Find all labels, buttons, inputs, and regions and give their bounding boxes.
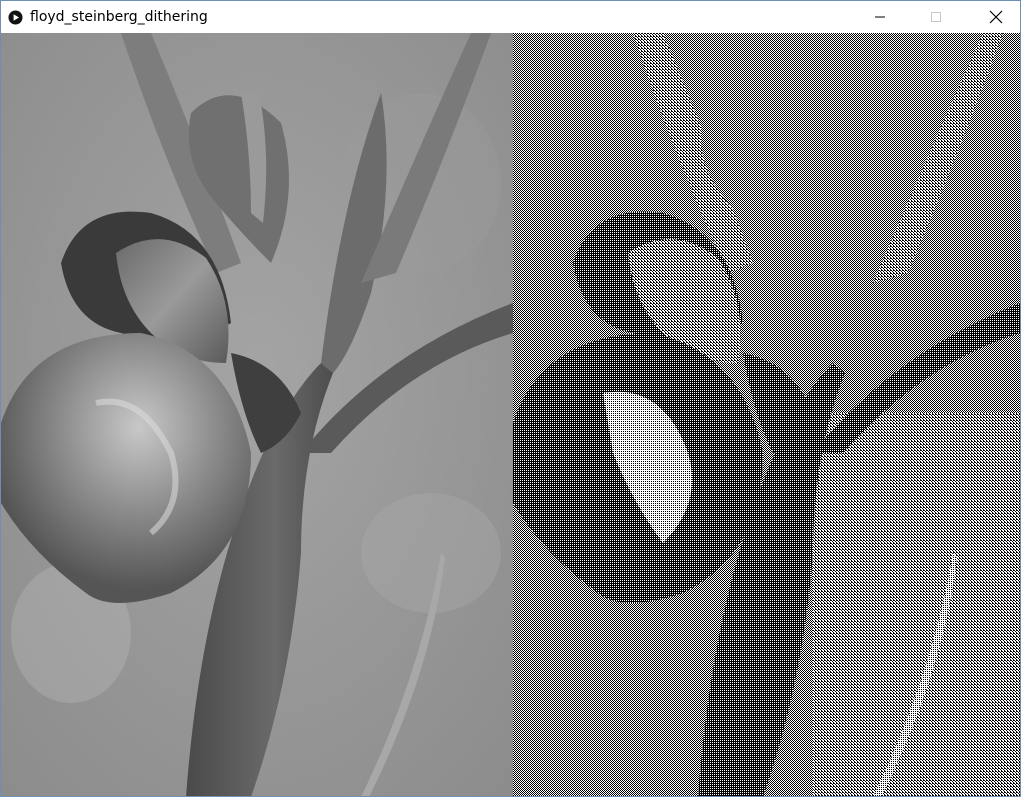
- iris-dithered: [513, 33, 1020, 796]
- maximize-icon: [931, 12, 941, 22]
- title-bar[interactable]: floyd_steinberg_dithering: [1, 1, 1020, 33]
- maximize-button[interactable]: [913, 1, 959, 33]
- dithered-image: [513, 33, 1020, 796]
- close-icon: [989, 10, 1003, 24]
- minimize-icon: [875, 16, 885, 18]
- processing-app-icon: [8, 10, 23, 25]
- app-window: floyd_steinberg_dithering: [0, 0, 1021, 797]
- close-button[interactable]: [973, 1, 1019, 33]
- sketch-canvas[interactable]: [1, 33, 1020, 796]
- iris-photo: [1, 33, 513, 796]
- original-grayscale-image: [1, 33, 513, 796]
- minimize-button[interactable]: [857, 1, 903, 33]
- window-title: floyd_steinberg_dithering: [30, 9, 208, 25]
